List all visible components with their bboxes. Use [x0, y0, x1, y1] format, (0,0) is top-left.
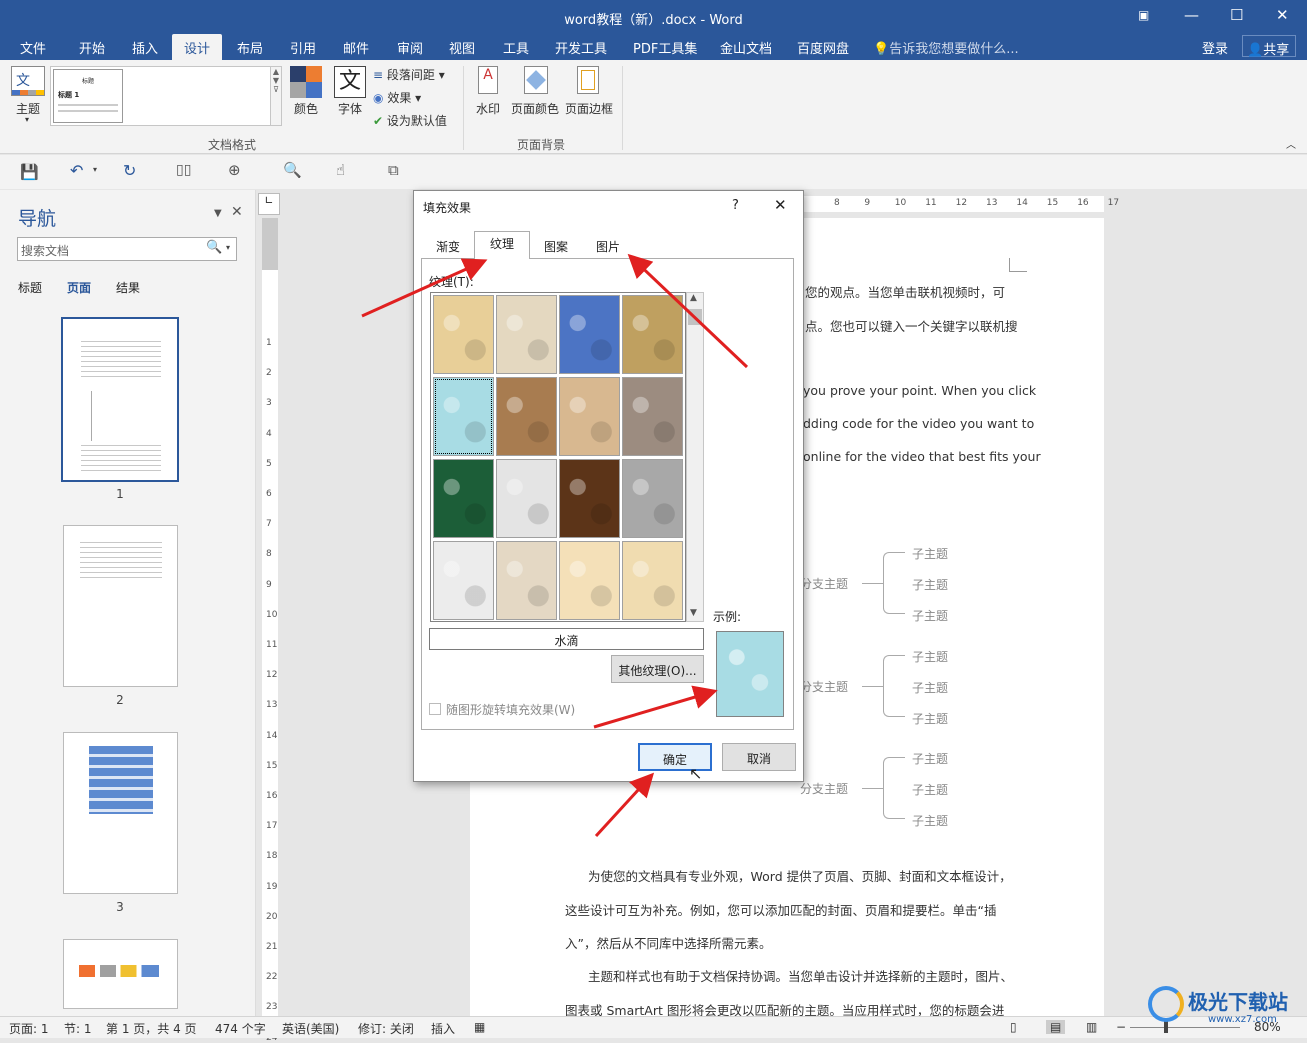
arrow-to-ok — [594, 772, 655, 838]
status-track[interactable]: 修订: 关闭 — [358, 1020, 414, 1037]
status-insert[interactable]: 插入 — [431, 1020, 455, 1037]
print-view-icon[interactable]: ▤ — [1046, 1020, 1066, 1034]
read-view-icon[interactable]: ▯ — [1010, 1020, 1017, 1034]
status-page[interactable]: 页面: 1 — [9, 1020, 49, 1037]
arrow-to-texture-tab — [361, 258, 488, 318]
web-view-icon[interactable]: ▥ — [1086, 1020, 1097, 1034]
arrow-to-sample — [593, 685, 718, 729]
site-watermark-logo: 极光下载站 www.xz7.com — [1148, 984, 1307, 1034]
status-section[interactable]: 节: 1 — [64, 1020, 92, 1037]
status-words[interactable]: 474 个字 — [215, 1020, 266, 1037]
macro-icon[interactable]: ▦ — [474, 1020, 485, 1034]
annotation-arrows — [361, 253, 749, 838]
status-pageof[interactable]: 第 1 页，共 4 页 — [106, 1020, 197, 1037]
status-bar: 页面: 1 节: 1 第 1 页，共 4 页 474 个字 英语(美国) 修订:… — [0, 1016, 1307, 1038]
status-language[interactable]: 英语(美国) — [282, 1020, 339, 1037]
zoom-out-icon[interactable]: − — [1116, 1020, 1126, 1034]
arrow-to-picture-tab — [627, 253, 749, 369]
